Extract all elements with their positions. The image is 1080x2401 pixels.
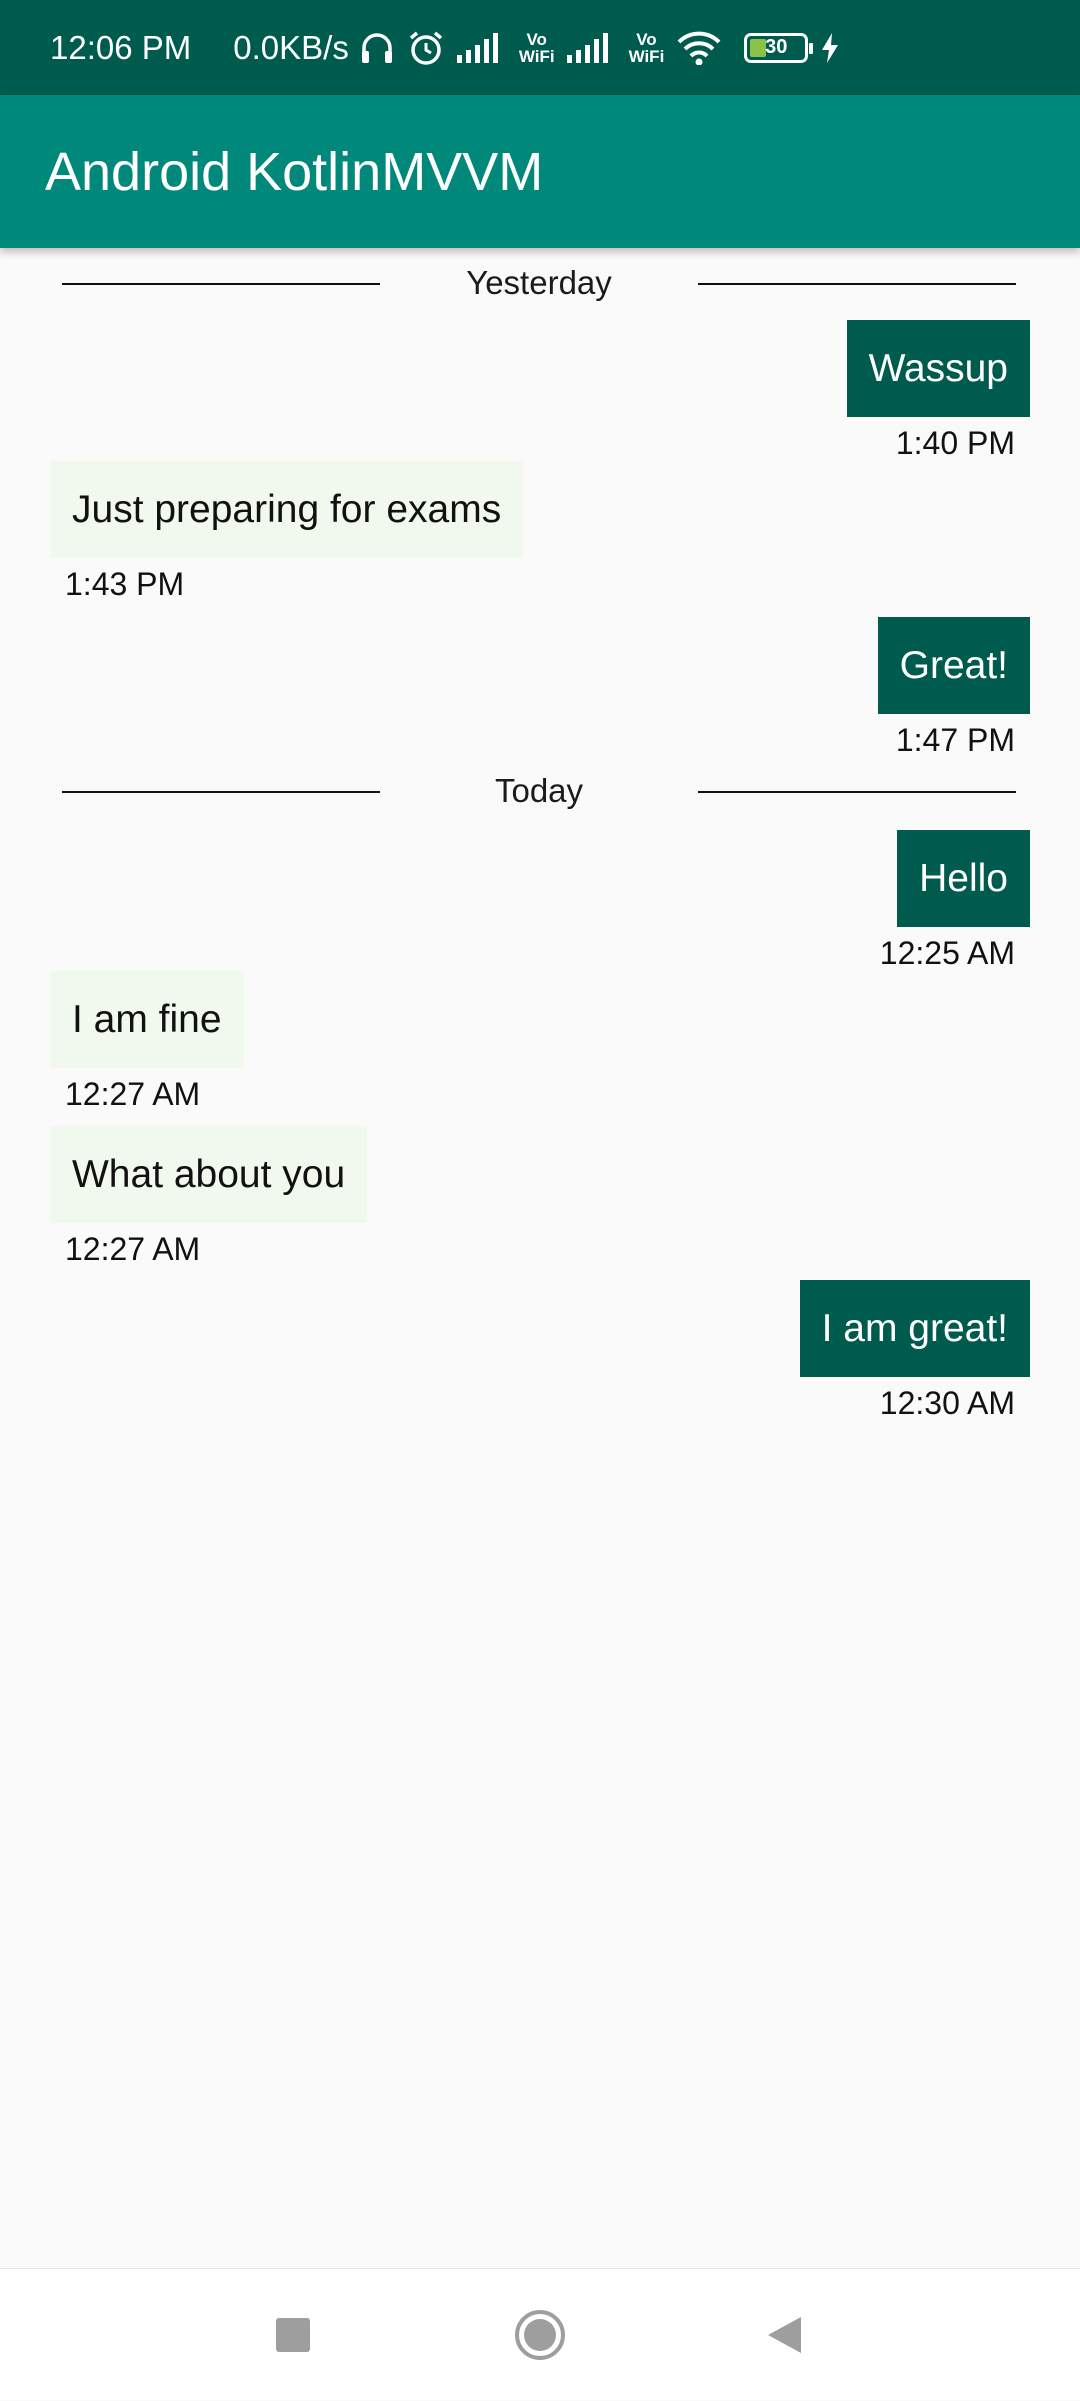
message-sent[interactable]: Wassup 1:40 PM bbox=[846, 320, 1030, 462]
back-icon bbox=[768, 2317, 801, 2353]
battery-level: 30 bbox=[765, 36, 788, 58]
message-received[interactable]: I am fine 12:27 AM bbox=[50, 971, 244, 1113]
signal-icon bbox=[566, 32, 615, 63]
app-bar: Android KotlinMVVM bbox=[0, 95, 1080, 248]
charging-icon bbox=[820, 32, 840, 63]
message-received[interactable]: What about you 12:27 AM bbox=[50, 1126, 368, 1268]
alarm-icon bbox=[407, 30, 445, 66]
recent-apps-button[interactable] bbox=[223, 2269, 363, 2401]
message-bubble[interactable]: Great! bbox=[877, 617, 1030, 714]
message-time: 1:43 PM bbox=[65, 566, 185, 602]
message-time: 12:30 AM bbox=[879, 1385, 1015, 1421]
status-bar: 12:06 PM 0.0KB/s Vo WiFi Vo WiFi 30 bbox=[0, 0, 1080, 95]
vowifi-bottom-label: WiFi bbox=[628, 46, 665, 66]
home-icon bbox=[515, 2310, 565, 2360]
app-title: Android KotlinMVVM bbox=[45, 141, 544, 202]
message-sent[interactable]: I am great! 12:30 AM bbox=[799, 1280, 1030, 1422]
message-bubble[interactable]: I am fine bbox=[50, 971, 244, 1068]
message-bubble[interactable]: Hello bbox=[897, 830, 1030, 927]
divider-line bbox=[698, 791, 1016, 793]
recent-apps-icon bbox=[276, 2318, 310, 2352]
vowifi-bottom-label: WiFi bbox=[518, 46, 555, 66]
wifi-icon bbox=[676, 31, 722, 65]
signal-icon bbox=[456, 32, 505, 63]
message-time: 12:27 AM bbox=[65, 1231, 201, 1267]
navigation-bar bbox=[0, 2268, 1080, 2400]
back-button[interactable] bbox=[714, 2269, 854, 2401]
message-time: 1:40 PM bbox=[895, 425, 1015, 461]
message-bubble[interactable]: What about you bbox=[50, 1126, 368, 1223]
message-received[interactable]: Just preparing for exams 1:43 PM bbox=[50, 461, 524, 603]
network-speed: 0.0KB/s bbox=[233, 28, 349, 66]
message-bubble[interactable]: Wassup bbox=[846, 320, 1030, 417]
divider-line bbox=[62, 791, 380, 793]
vowifi-top-label: Vo bbox=[526, 29, 547, 49]
message-sent[interactable]: Hello 12:25 AM bbox=[880, 830, 1030, 972]
home-button[interactable] bbox=[470, 2269, 610, 2401]
message-time: 12:25 AM bbox=[879, 935, 1015, 971]
vowifi-indicator: Vo WiFi bbox=[519, 31, 555, 65]
divider-line bbox=[698, 283, 1016, 285]
status-time: 12:06 PM bbox=[50, 28, 192, 66]
message-time: 1:47 PM bbox=[895, 722, 1015, 758]
message-bubble[interactable]: Just preparing for exams bbox=[50, 461, 524, 558]
vowifi-top-label: Vo bbox=[636, 29, 657, 49]
battery-icon: 30 bbox=[744, 32, 814, 63]
message-time: 12:27 AM bbox=[65, 1076, 201, 1112]
date-divider: Yesterday bbox=[0, 248, 1080, 301]
divider-line bbox=[62, 283, 380, 285]
date-divider: Today bbox=[0, 756, 1080, 809]
headphones-icon bbox=[359, 31, 395, 65]
date-divider-label: Yesterday bbox=[466, 264, 612, 301]
message-sent[interactable]: Great! 1:47 PM bbox=[877, 617, 1030, 759]
message-bubble[interactable]: I am great! bbox=[799, 1280, 1030, 1377]
vowifi-indicator: Vo WiFi bbox=[629, 31, 665, 65]
date-divider-label: Today bbox=[494, 772, 584, 809]
